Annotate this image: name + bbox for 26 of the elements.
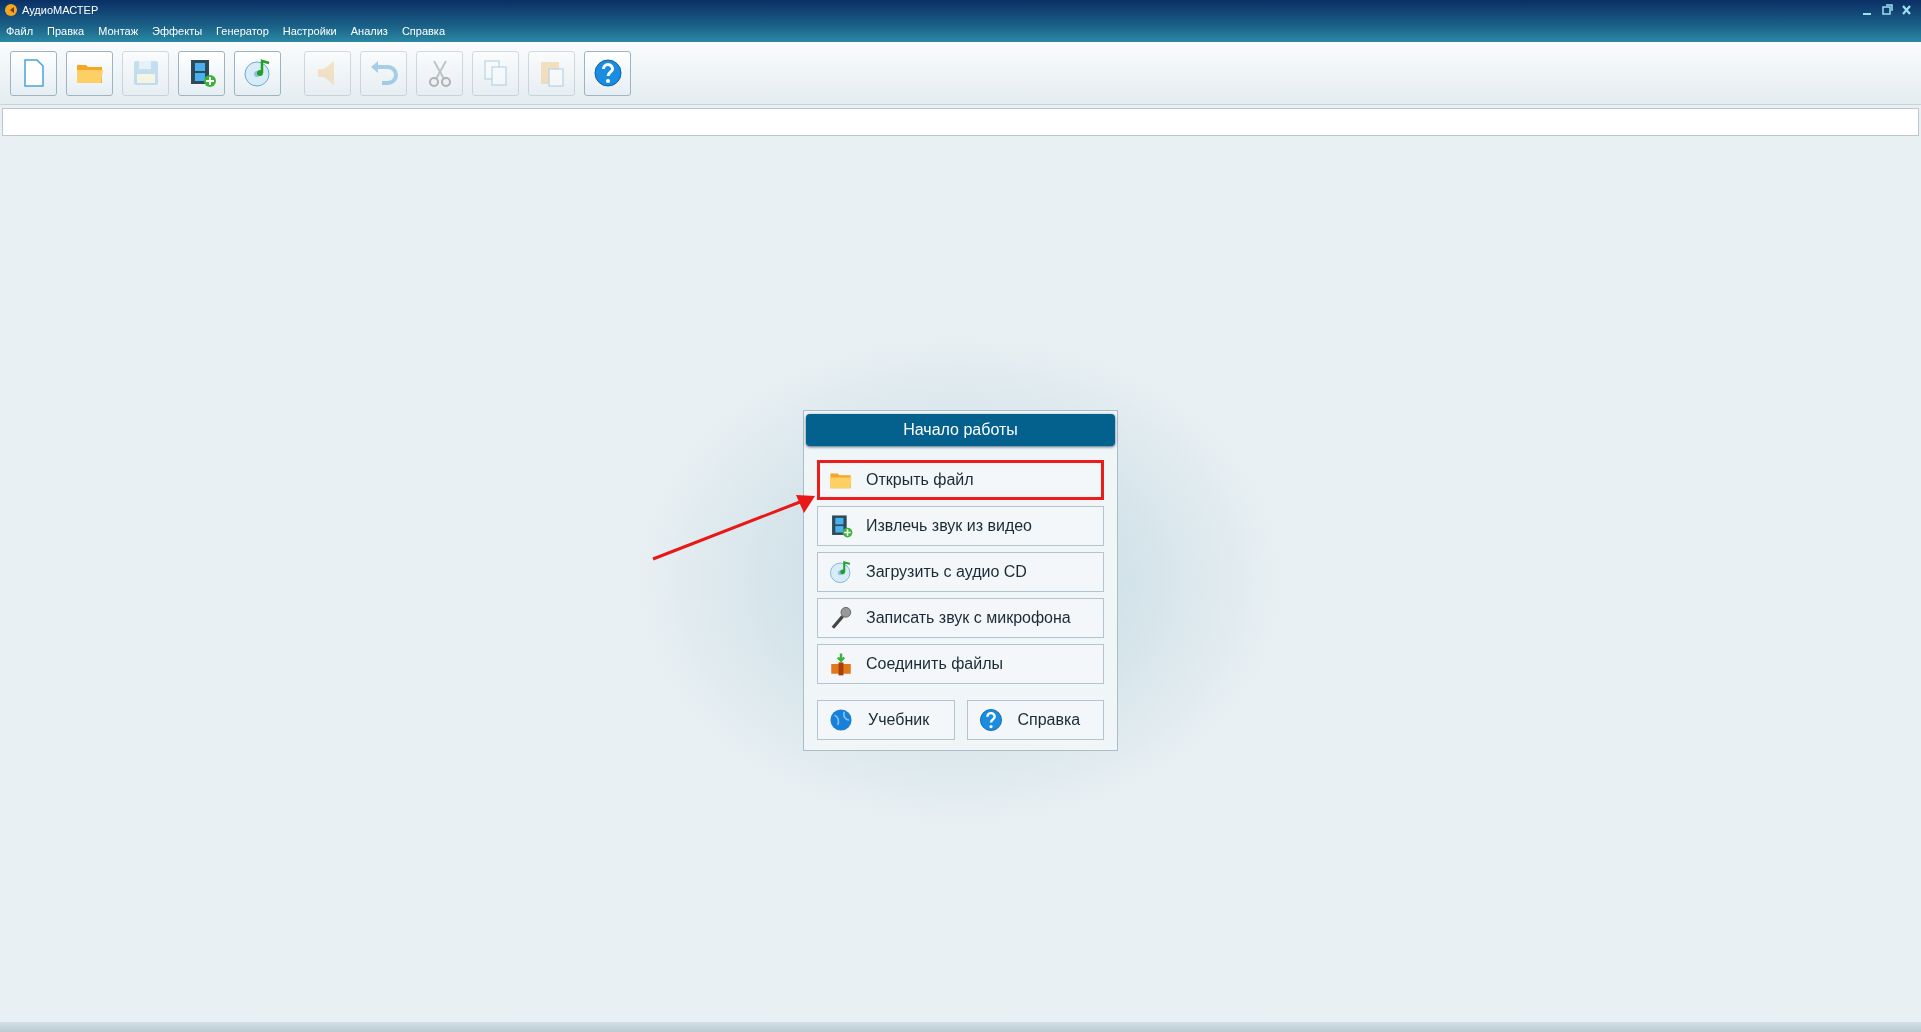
action-button[interactable]: Загрузить с аудио CD [817, 552, 1104, 592]
menu-item[interactable]: Правка [47, 25, 85, 37]
action-button[interactable]: Записать звук с микрофона [817, 598, 1104, 638]
help-icon [977, 707, 1004, 733]
link-button[interactable]: Справка [966, 700, 1104, 740]
package-icon [828, 651, 854, 677]
menu-item[interactable]: Настройки [282, 25, 337, 37]
action-button[interactable]: Открыть файл [817, 460, 1104, 500]
menu-item[interactable]: Эффекты [152, 25, 203, 37]
menu-item[interactable]: Справка [401, 25, 446, 37]
app-logo-icon [4, 3, 18, 17]
menu-item[interactable]: Анализ [350, 25, 388, 37]
toolbar-button[interactable] [178, 50, 225, 96]
link-button[interactable]: Учебник [817, 700, 955, 740]
menu-item[interactable]: Генератор [216, 25, 269, 37]
help-icon [591, 57, 624, 89]
window-title: АудиоМАСТЕР [22, 4, 99, 16]
globe-icon [828, 707, 854, 733]
toolbar-button[interactable] [584, 50, 631, 96]
cd-music-icon [828, 559, 854, 585]
input-field[interactable] [2, 108, 1919, 136]
panel-title: Начало работы [806, 414, 1115, 446]
action-button[interactable]: Соединить файлы [817, 644, 1104, 684]
action-button[interactable]: Извлечь звук из видео [817, 506, 1104, 546]
menu-item[interactable]: Монтаж [98, 25, 139, 37]
menu-item[interactable]: Файл [6, 25, 34, 37]
